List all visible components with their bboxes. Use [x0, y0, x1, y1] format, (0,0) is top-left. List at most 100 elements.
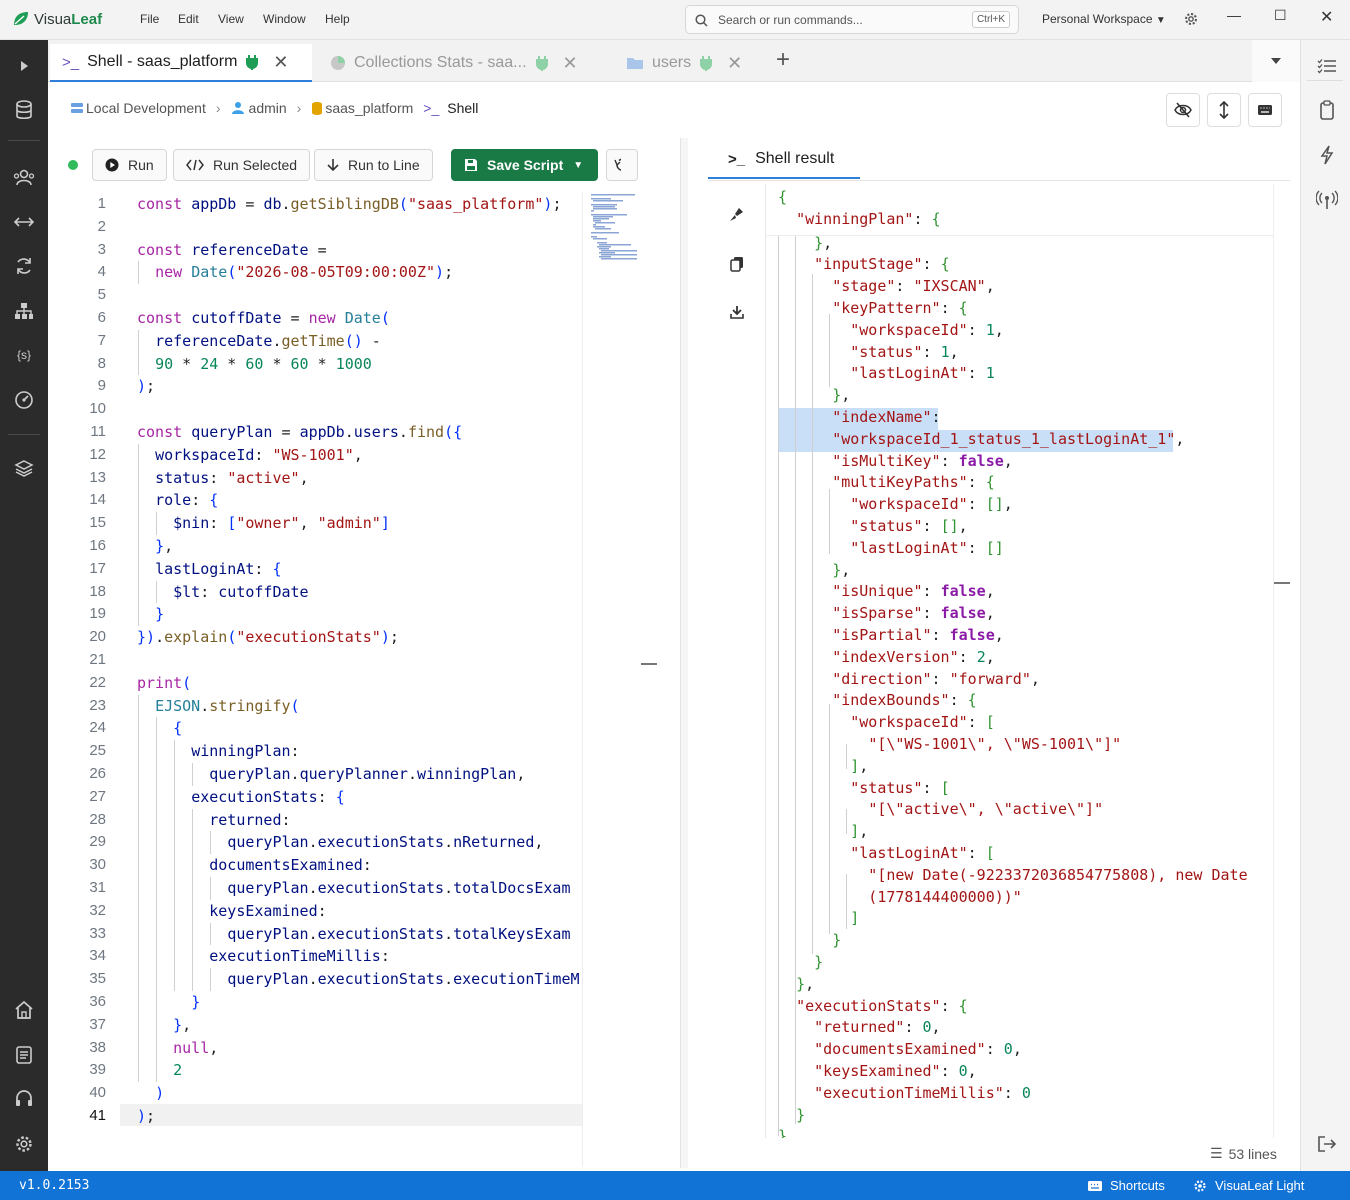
vertical-layout-button[interactable] [1207, 93, 1241, 127]
pane-splitter[interactable] [680, 138, 688, 1168]
result-line: "status": [], [850, 517, 968, 535]
hide-toggle-button[interactable] [1166, 93, 1200, 127]
indent-guide [156, 580, 157, 604]
clear-brush-icon[interactable] [725, 202, 749, 226]
docs-icon[interactable] [12, 1043, 36, 1067]
result-line: ], [850, 756, 869, 775]
line-number: 37 [89, 1015, 106, 1033]
menu-view[interactable]: View [218, 12, 244, 26]
line-number: 9 [97, 377, 106, 395]
support-headset-icon[interactable] [12, 1087, 36, 1111]
code-line: const appDb = db.getSiblingDB("saas_plat… [137, 195, 562, 213]
code-line: ) [155, 1084, 165, 1103]
result-line: "executionStats": { [796, 996, 968, 1015]
workspace-selector[interactable]: Personal Workspace ▼ [1042, 12, 1166, 26]
users-icon[interactable] [12, 166, 36, 190]
keyboard-icon [1088, 1180, 1102, 1191]
lightning-icon[interactable] [1315, 143, 1339, 167]
gear-icon[interactable] [1183, 11, 1199, 27]
breadcrumb-database[interactable]: saas_platform [311, 100, 413, 116]
menu-edit[interactable]: Edit [178, 12, 199, 26]
shell-result-output[interactable]: }, "inputStage": { "stage": "IXSCAN", "k… [767, 184, 1273, 1138]
line-number: 17 [89, 559, 106, 577]
sync-icon[interactable] [12, 254, 36, 278]
code-line: $nin: ["owner", "admin"] [173, 514, 390, 533]
schema-tree-icon[interactable] [12, 299, 36, 323]
code-line: $lt: cutoffDate [173, 582, 309, 601]
pie-chart-icon [331, 56, 345, 70]
run-button[interactable]: Run [92, 149, 167, 181]
code-area[interactable]: const appDb = db.getSiblingDB("saas_plat… [137, 192, 581, 1167]
task-list-icon[interactable] [1315, 54, 1339, 78]
close-window-button[interactable]: ✕ [1320, 7, 1333, 27]
indent-guide [812, 274, 813, 954]
copy-icon[interactable] [725, 252, 749, 276]
close-tab-icon[interactable]: ✕ [563, 53, 578, 74]
command-search[interactable]: Search or run commands... Ctrl+K [685, 5, 1019, 34]
home-icon[interactable] [12, 998, 36, 1022]
keyboard-button[interactable] [1248, 93, 1282, 127]
app-logo: VisuaLeaf [12, 11, 102, 28]
menu-file[interactable]: File [140, 12, 159, 26]
breadcrumb: Local Development › admin › saas_platfor… [70, 100, 478, 116]
run-to-line-button[interactable]: Run to Line [314, 149, 433, 181]
code-line: }, [173, 1015, 192, 1034]
new-tab-button[interactable]: + [776, 46, 790, 74]
arrows-horizontal-icon[interactable] [12, 210, 36, 234]
result-line: } [814, 953, 824, 971]
code-line: print( [137, 673, 192, 692]
line-number: 1 [97, 195, 106, 212]
tab-shell[interactable]: >_ Shell - saas_platform ✕ [50, 44, 312, 82]
code-line: workspaceId: "WS-1001", [155, 445, 363, 464]
minimize-button[interactable]: — [1227, 7, 1241, 23]
menu-help[interactable]: Help [325, 12, 350, 26]
code-line: 90 * 24 * 60 * 60 * 1000 [155, 354, 372, 373]
line-number: 15 [89, 514, 106, 532]
minimap[interactable] [582, 192, 658, 1167]
code-line: lastLoginAt: { [155, 559, 282, 578]
line-number: 14 [89, 491, 106, 509]
clipboard-icon[interactable] [1315, 98, 1339, 122]
indent-guide [192, 808, 193, 991]
breadcrumb-connection[interactable]: Local Development [70, 100, 206, 116]
close-tab-icon[interactable]: ✕ [727, 53, 742, 74]
save-script-button[interactable]: Save Script ▼ [451, 149, 598, 181]
line-number: 41 [89, 1107, 106, 1124]
gauge-icon[interactable] [12, 388, 36, 412]
indent-guide [829, 489, 830, 554]
tab-users[interactable]: users ✕ [614, 44, 764, 82]
indent-guide [778, 236, 779, 1136]
line-number: 31 [89, 879, 106, 896]
indent-guide [210, 877, 211, 900]
settings-icon[interactable] [12, 1132, 36, 1156]
history-button[interactable] [606, 149, 638, 181]
breadcrumb-user[interactable]: admin [231, 100, 287, 116]
status-bar: v1.0.2153 Shortcuts VisuaLeaf Light [0, 1171, 1350, 1200]
indent-guide [846, 744, 847, 769]
line-number: 2 [97, 217, 106, 235]
menu-window[interactable]: Window [263, 12, 306, 26]
tab-shell-result[interactable]: >_ Shell result [708, 141, 860, 179]
line-number-gutter: 1 2 3 4 5 6 7 8 9 10 11 12 13 14 15 16 17 18 19 20 21 22 23 24 2… [60, 192, 120, 1167]
shortcuts-button[interactable]: Shortcuts [1088, 1178, 1165, 1193]
broadcast-icon[interactable] [1315, 188, 1339, 212]
code-line: null, [173, 1038, 219, 1057]
close-tab-icon[interactable]: ✕ [273, 52, 288, 73]
run-selected-button[interactable]: Run Selected [173, 149, 311, 181]
result-line: "status": [ [850, 778, 950, 797]
result-line: "keysExamined": 0, [814, 1062, 977, 1080]
download-icon[interactable] [725, 300, 749, 324]
layers-icon[interactable] [12, 456, 36, 480]
result-actions [708, 184, 766, 1138]
logout-icon[interactable] [1315, 1132, 1339, 1156]
maximize-button[interactable]: ☐ [1274, 7, 1287, 24]
theme-selector[interactable]: VisuaLeaf Light [1193, 1178, 1304, 1193]
variables-icon[interactable]: {s} [12, 343, 36, 367]
tab-overflow-button[interactable] [1252, 40, 1300, 82]
result-line: "status": 1, [850, 342, 959, 361]
database-icon[interactable] [12, 98, 36, 122]
tab-collections-stats[interactable]: Collections Stats - saa... ✕ [318, 44, 598, 82]
code-editor[interactable]: 1 2 3 4 5 6 7 8 9 10 11 12 13 14 15 16 17 18 19 20 21 22 23 24 2… [60, 192, 658, 1167]
expand-icon[interactable] [12, 54, 36, 78]
result-scrollbar[interactable] [1273, 184, 1290, 1138]
